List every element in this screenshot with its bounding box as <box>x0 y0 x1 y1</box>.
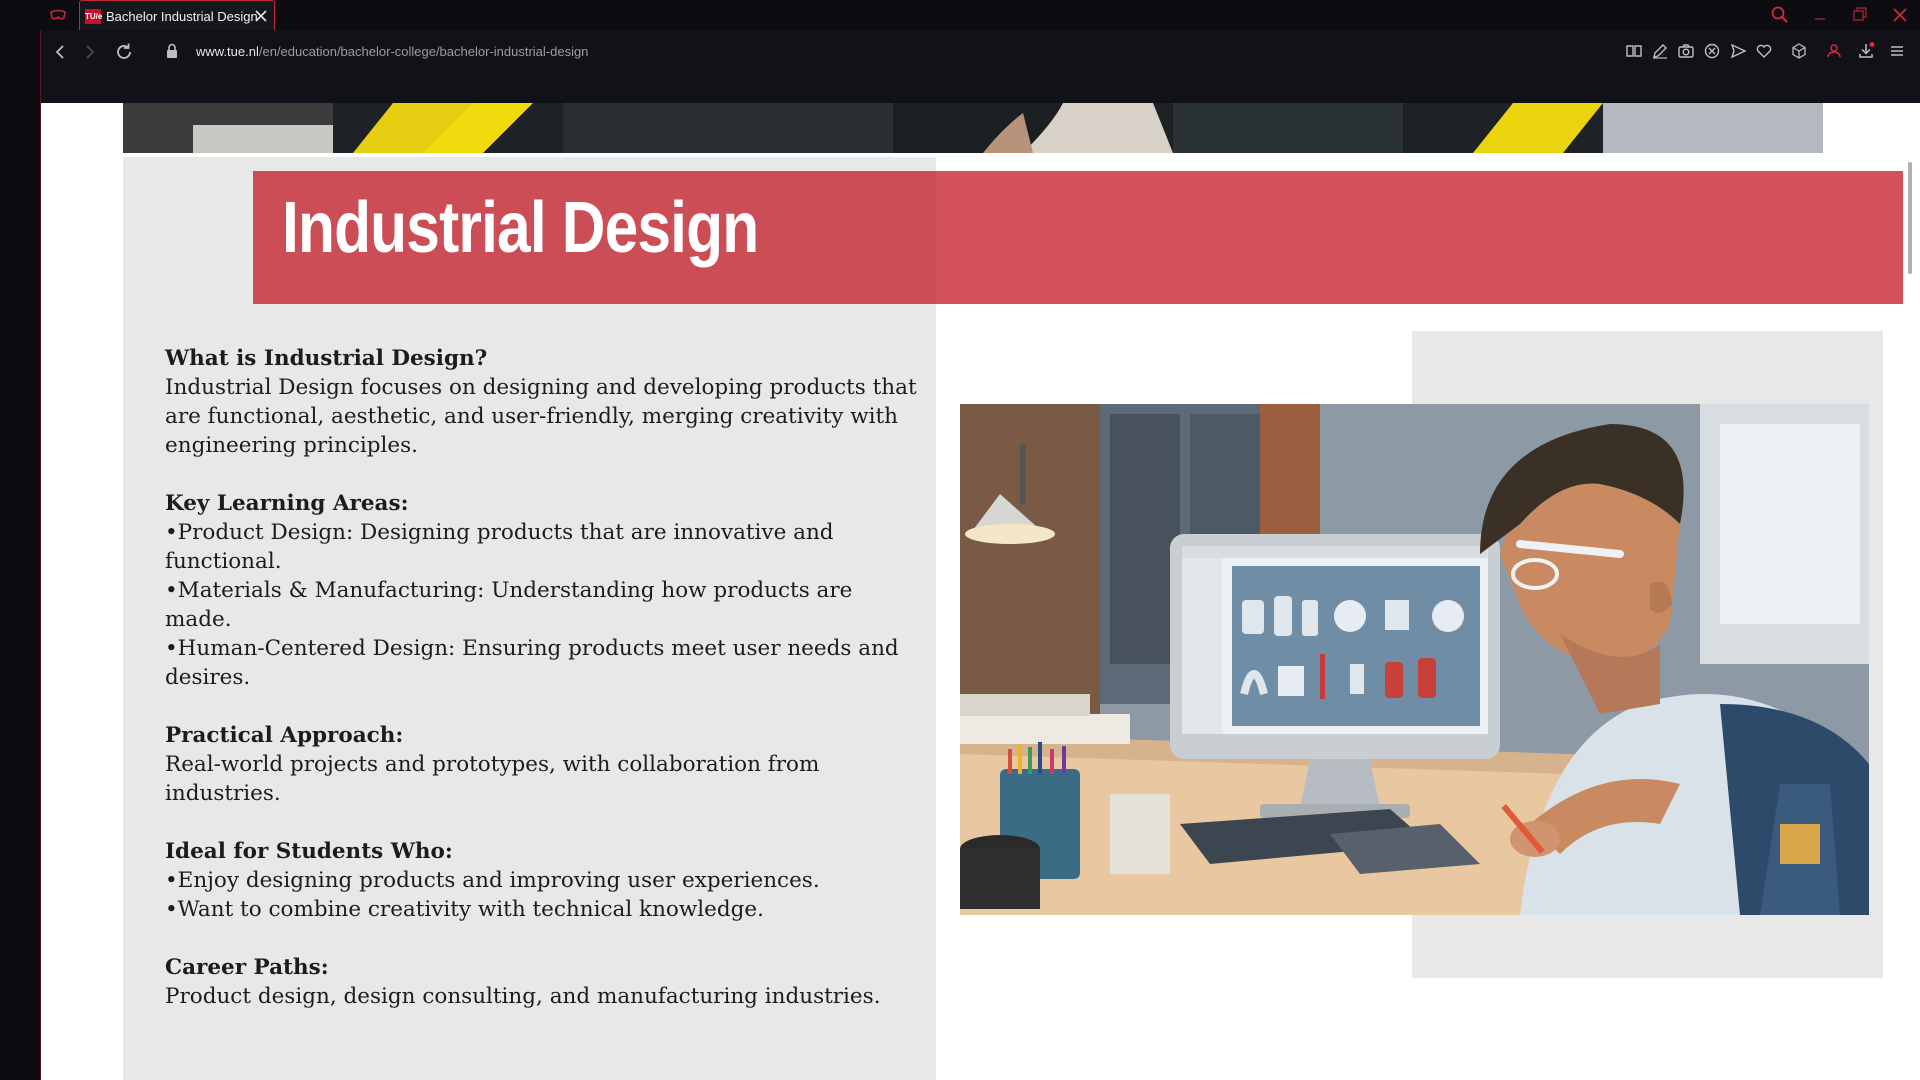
search-icon[interactable] <box>1770 5 1790 25</box>
url-host: www.tue.nl <box>196 44 259 59</box>
list-item: •Enjoy designing products and improving … <box>165 868 820 893</box>
section-ideal-students: Ideal for Students Who: •Enjoy designing… <box>165 837 925 924</box>
section-heading: Key Learning Areas: <box>165 491 409 516</box>
section-heading: Practical Approach: <box>165 723 404 748</box>
download-icon[interactable] <box>1856 41 1876 61</box>
list-item: •Human-Centered Design: Ensuring product… <box>165 636 899 690</box>
lock-icon[interactable] <box>165 43 179 59</box>
reload-icon[interactable] <box>113 41 135 63</box>
designer-illustration <box>960 404 1869 915</box>
page-scrollbar[interactable] <box>1903 104 1920 1080</box>
scrollbar-thumb[interactable] <box>1908 162 1912 274</box>
restore-icon[interactable] <box>1850 5 1870 25</box>
url-path: /en/education/bachelor-college/bachelor-… <box>258 44 589 59</box>
section-what-is: What is Industrial Design? Industrial De… <box>165 344 925 460</box>
tab-close-icon[interactable] <box>253 8 269 24</box>
page-title: Industrial Design <box>282 188 759 268</box>
close-window-icon[interactable] <box>1890 5 1910 25</box>
cube-icon[interactable] <box>1789 41 1809 61</box>
camera-icon[interactable] <box>1676 41 1696 61</box>
tab-active[interactable]: TU/e Bachelor Industrial Design <box>79 0 275 30</box>
title-band: Industrial Design <box>253 171 1920 304</box>
browser-toolbar: www.tue.nl/en/education/bachelor-college… <box>41 30 1920 103</box>
profile-icon[interactable] <box>1824 41 1844 61</box>
list-item: •Want to combine creativity with technic… <box>165 897 764 922</box>
menu-icon[interactable] <box>1887 41 1907 61</box>
section-text: Industrial Design focuses on designing a… <box>165 375 917 458</box>
heart-icon[interactable] <box>1754 41 1774 61</box>
section-text: Product design, design consulting, and m… <box>165 984 881 1009</box>
section-heading: Career Paths: <box>165 955 329 980</box>
section-career: Career Paths: Product design, design con… <box>165 953 925 1011</box>
forward-icon[interactable] <box>79 41 101 63</box>
back-icon[interactable] <box>49 41 71 63</box>
page-viewport: Industrial Design What is Industrial Des… <box>41 103 1920 1080</box>
minimize-icon[interactable] <box>1810 5 1830 25</box>
tab-favicon: TU/e <box>85 9 102 24</box>
list-item: •Product Design: Designing products that… <box>165 520 834 574</box>
tab-title: Bachelor Industrial Design <box>106 9 258 24</box>
address-bar[interactable]: www.tue.nl/en/education/bachelor-college… <box>196 44 588 59</box>
section-heading: What is Industrial Design? <box>165 346 488 371</box>
hero-image <box>123 103 1823 153</box>
program-description: What is Industrial Design? Industrial De… <box>165 344 925 1040</box>
edit-icon[interactable] <box>1650 41 1670 61</box>
adblock-icon[interactable] <box>1702 41 1722 61</box>
send-icon[interactable] <box>1728 41 1748 61</box>
section-key-learning: Key Learning Areas: •Product Design: Des… <box>165 489 925 692</box>
section-text: Real-world projects and prototypes, with… <box>165 752 820 806</box>
section-practical: Practical Approach: Real-world projects … <box>165 721 925 808</box>
list-item: •Materials & Manufacturing: Understandin… <box>165 578 853 632</box>
gx-corner-icon[interactable] <box>49 9 67 21</box>
tab-strip: TU/e Bachelor Industrial Design <box>0 0 1920 30</box>
reader-mode-icon[interactable] <box>1624 41 1644 61</box>
section-heading: Ideal for Students Who: <box>165 839 453 864</box>
